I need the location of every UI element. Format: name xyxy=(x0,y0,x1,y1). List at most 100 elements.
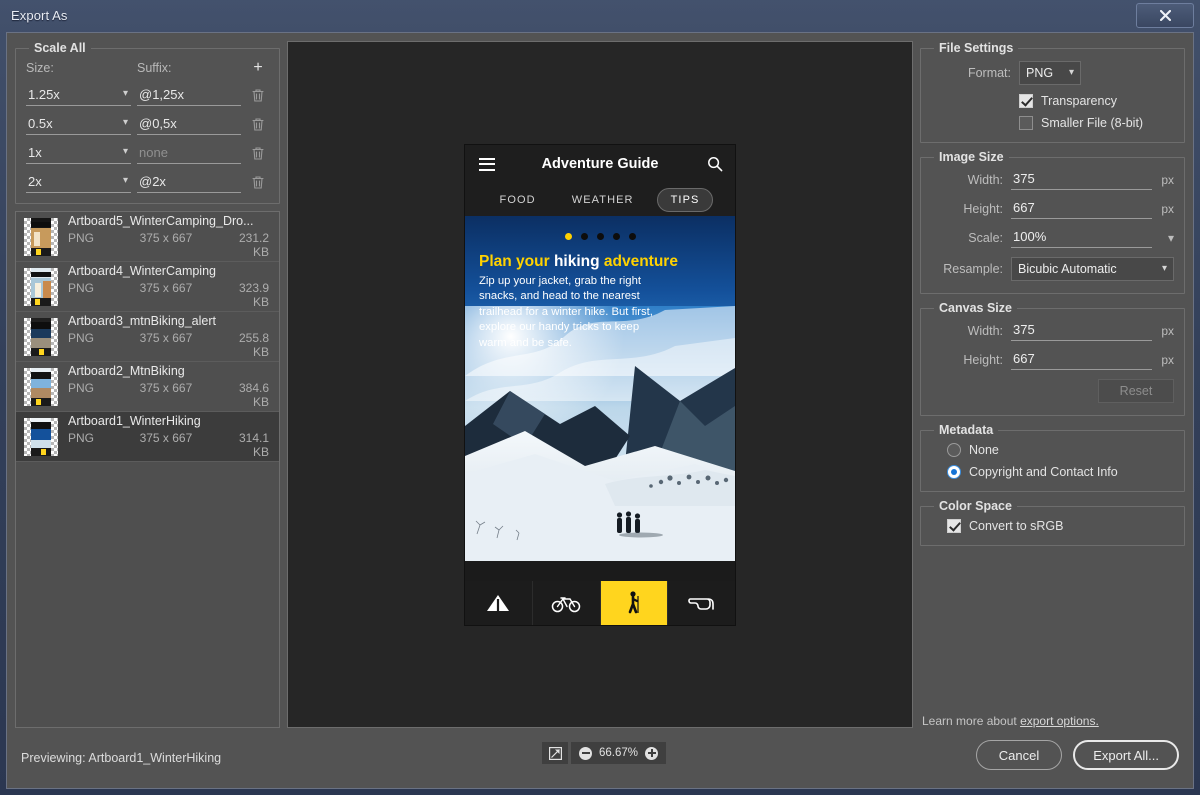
image-width-input[interactable]: 375 xyxy=(1011,170,1152,190)
tab-weather[interactable]: WEATHER xyxy=(559,189,647,211)
snorkel-mask-icon xyxy=(687,593,717,613)
tab-tips[interactable]: TIPS xyxy=(657,188,714,212)
scale-size-select-1[interactable]: 0.5x ▾ xyxy=(26,114,131,135)
tab-food[interactable]: FOOD xyxy=(487,189,549,211)
file-dimensions: 375 x 667 xyxy=(140,331,239,359)
file-size: 255.8 KB xyxy=(239,331,271,359)
file-name: Artboard4_WinterCamping xyxy=(68,264,271,278)
carousel-dot-3[interactable] xyxy=(597,233,604,240)
file-size: 314.1 KB xyxy=(239,431,271,459)
delete-scale-button-2[interactable] xyxy=(247,146,269,161)
carousel-dot-4[interactable] xyxy=(613,233,620,240)
file-format: PNG xyxy=(68,331,140,359)
scale-dropdown-caret[interactable]: ▾ xyxy=(1152,231,1174,245)
list-item[interactable]: Artboard5_WinterCamping_Dro... PNG 375 x… xyxy=(16,212,279,262)
zoom-out-button[interactable] xyxy=(579,747,592,760)
add-scale-button[interactable]: + xyxy=(247,62,269,76)
scale-suffix-input-1[interactable]: @0,5x xyxy=(137,114,241,135)
file-meta: PNG 375 x 667 255.8 KB xyxy=(68,331,271,359)
scale-size-select-3[interactable]: 2x ▾ xyxy=(26,172,131,193)
scale-suffix-input-3[interactable]: @2x xyxy=(137,172,241,193)
thumbnail xyxy=(24,318,58,356)
nav-tent[interactable] xyxy=(465,581,533,625)
artboard-thumbnail-5 xyxy=(31,218,51,256)
scale-suffix-input-2[interactable]: none xyxy=(137,143,241,164)
chevron-down-icon: ▾ xyxy=(123,146,128,157)
scale-size-select-0[interactable]: 1.25x ▾ xyxy=(26,85,131,106)
delete-scale-button-1[interactable] xyxy=(247,117,269,132)
file-name: Artboard2_MtnBiking xyxy=(68,364,271,378)
app-title: Adventure Guide xyxy=(465,156,735,172)
image-height-input[interactable]: 667 xyxy=(1011,199,1152,219)
scale-size-value-2: 1x xyxy=(28,145,42,160)
reset-button[interactable]: Reset xyxy=(1098,379,1174,403)
carousel-dots[interactable] xyxy=(465,233,735,240)
file-dimensions: 375 x 667 xyxy=(140,231,239,259)
canvas-size-legend: Canvas Size xyxy=(934,301,1017,315)
learn-more-prefix: Learn more about xyxy=(922,714,1020,728)
zoom-in-button[interactable] xyxy=(645,747,658,760)
nav-bicycle[interactable] xyxy=(533,581,601,625)
trash-icon xyxy=(251,117,265,132)
image-height-unit: px xyxy=(1152,202,1174,216)
file-meta: PNG 375 x 667 314.1 KB xyxy=(68,431,271,459)
smaller-file-label: Smaller File (8-bit) xyxy=(1041,116,1143,130)
image-scale-input[interactable]: 100% xyxy=(1011,228,1152,248)
canvas-height-unit: px xyxy=(1152,353,1174,367)
image-width-unit: px xyxy=(1152,173,1174,187)
canvas-width-row: Width: 375 px xyxy=(931,321,1174,341)
export-as-window: Export As Scale All Size: Suffix: + 1.25… xyxy=(0,0,1200,795)
smaller-file-checkbox[interactable]: Smaller File (8-bit) xyxy=(1019,116,1174,130)
trash-icon xyxy=(251,146,265,161)
delete-scale-button-3[interactable] xyxy=(247,175,269,190)
nav-hiker[interactable] xyxy=(601,581,669,625)
scale-all-legend: Scale All xyxy=(29,41,91,55)
dialog-content: Scale All Size: Suffix: + 1.25x ▾ @1,25x xyxy=(7,33,1193,728)
list-item[interactable]: Artboard3_mtnBiking_alert PNG 375 x 667 … xyxy=(16,312,279,362)
list-item-selected[interactable]: Artboard1_WinterHiking PNG 375 x 667 314… xyxy=(16,412,279,462)
carousel-dot-2[interactable] xyxy=(581,233,588,240)
preview-canvas[interactable]: Adventure Guide FOOD WEATHER TIPS xyxy=(287,41,913,728)
transparency-checkbox[interactable]: Transparency xyxy=(1019,94,1174,108)
canvas-height-input[interactable]: 667 xyxy=(1011,350,1152,370)
size-column-header: Size: xyxy=(26,61,131,77)
scale-suffix-input-0[interactable]: @1,25x xyxy=(137,85,241,106)
scale-suffix-value-2: none xyxy=(139,145,168,160)
tent-icon xyxy=(485,593,511,613)
format-select[interactable]: PNG ▾ xyxy=(1019,61,1081,85)
convert-srgb-checkbox[interactable]: Convert to sRGB xyxy=(947,519,1174,533)
canvas-width-value: 375 xyxy=(1013,322,1035,337)
search-icon[interactable] xyxy=(707,156,723,177)
artboard-file-list[interactable]: Artboard5_WinterCamping_Dro... PNG 375 x… xyxy=(15,211,280,728)
scale-suffix-value-1: @0,5x xyxy=(139,116,177,131)
metadata-option-none[interactable]: None xyxy=(947,443,1174,457)
bicycle-icon xyxy=(551,593,581,613)
list-item[interactable]: Artboard4_WinterCamping PNG 375 x 667 32… xyxy=(16,262,279,312)
resample-label: Resample: xyxy=(931,262,1003,276)
canvas-width-unit: px xyxy=(1152,324,1174,338)
image-height-label: Height: xyxy=(931,202,1003,216)
list-item[interactable]: Artboard2_MtnBiking PNG 375 x 667 384.6 … xyxy=(16,362,279,412)
scale-all-group: Scale All Size: Suffix: + 1.25x ▾ @1,25x xyxy=(15,41,280,204)
checkbox-icon xyxy=(947,519,961,533)
transparency-label: Transparency xyxy=(1041,94,1117,108)
canvas-width-input[interactable]: 375 xyxy=(1011,321,1152,341)
cancel-button[interactable]: Cancel xyxy=(976,740,1062,770)
previewing-filename: Artboard1_WinterHiking xyxy=(88,751,221,765)
metadata-option-copyright[interactable]: Copyright and Contact Info xyxy=(947,465,1174,479)
carousel-dot-5[interactable] xyxy=(629,233,636,240)
scale-size-select-2[interactable]: 1x ▾ xyxy=(26,143,131,164)
delete-scale-button-0[interactable] xyxy=(247,88,269,103)
carousel-dot-1[interactable] xyxy=(565,233,572,240)
close-button[interactable] xyxy=(1136,3,1194,28)
resample-select[interactable]: Bicubic Automatic ▾ xyxy=(1011,257,1174,281)
chevron-down-icon: ▾ xyxy=(1162,263,1167,274)
dialog-body: Scale All Size: Suffix: + 1.25x ▾ @1,25x xyxy=(6,32,1194,789)
nav-snorkel[interactable] xyxy=(668,581,735,625)
metadata-copyright-label: Copyright and Contact Info xyxy=(969,465,1118,479)
export-all-button[interactable]: Export All... xyxy=(1073,740,1179,770)
export-options-link[interactable]: export options. xyxy=(1020,714,1099,728)
file-info: Artboard3_mtnBiking_alert PNG 375 x 667 … xyxy=(68,314,271,359)
fit-to-screen-button[interactable] xyxy=(542,742,568,764)
scale-size-value-0: 1.25x xyxy=(28,87,60,102)
